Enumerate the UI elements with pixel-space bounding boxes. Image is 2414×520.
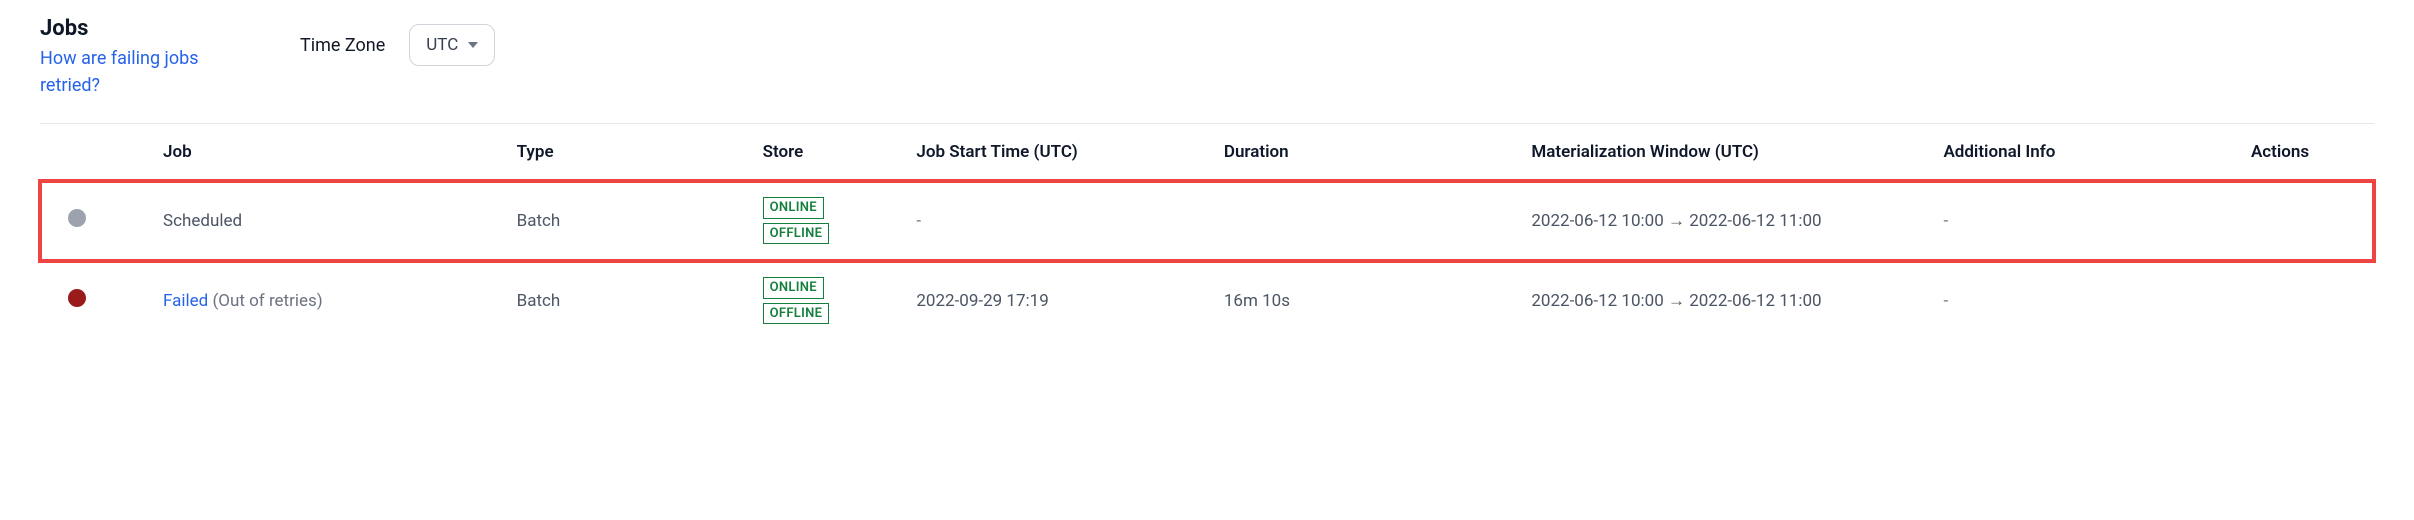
col-actions: Actions <box>2251 124 2374 181</box>
actions-cell <box>2251 181 2374 261</box>
store-badge-offline: OFFLINE <box>763 303 830 325</box>
store-badges: ONLINE OFFLINE <box>763 277 901 324</box>
col-additional-info: Additional Info <box>1943 124 2251 181</box>
col-duration: Duration <box>1224 124 1532 181</box>
help-link-failing-jobs[interactable]: How are failing jobs retried? <box>40 45 240 99</box>
materialization-window: 2022-06-12 10:00 → 2022-06-12 11:00 <box>1531 181 1943 261</box>
job-type: Batch <box>517 261 763 341</box>
table-row: ScheduledBatchONLINEOFFLINE-2022-06-12 1… <box>40 181 2374 261</box>
timezone-select[interactable]: UTC <box>409 24 495 66</box>
job-duration: 16m 10s <box>1224 261 1532 341</box>
job-link[interactable]: Failed <box>163 291 208 311</box>
actions-cell <box>2251 261 2374 341</box>
store-badge-online: ONLINE <box>763 277 824 299</box>
page-title: Jobs <box>40 16 240 41</box>
jobs-table: Job Type Store Job Start Time (UTC) Dura… <box>40 124 2374 341</box>
job-duration <box>1224 181 1532 261</box>
store-badge-online: ONLINE <box>763 197 824 219</box>
col-job: Job <box>163 124 517 181</box>
materialization-window: 2022-06-12 10:00 → 2022-06-12 11:00 <box>1531 261 1943 341</box>
col-type: Type <box>517 124 763 181</box>
table-row: Failed (Out of retries) BatchONLINE OFFLIN… <box>40 261 2374 341</box>
job-type: Batch <box>517 181 763 261</box>
additional-info: - <box>1943 181 2251 261</box>
jobs-header: Jobs How are failing jobs retried? Time … <box>40 16 2374 123</box>
col-status <box>40 124 163 181</box>
additional-info: - <box>1943 261 2251 341</box>
job-start-time: 2022-09-29 17:19 <box>916 261 1224 341</box>
job-start-time: - <box>916 181 1224 261</box>
store-badge-offline: OFFLINE <box>763 223 830 245</box>
store-badges: ONLINE OFFLINE <box>763 197 901 244</box>
timezone-label: Time Zone <box>300 35 385 56</box>
timezone-value: UTC <box>426 35 458 55</box>
chevron-down-icon <box>468 42 478 48</box>
job-suffix: (Out of retries) <box>208 291 322 311</box>
col-store: Store <box>763 124 917 181</box>
status-dot-icon <box>68 209 86 227</box>
status-dot-icon <box>68 289 86 307</box>
col-materialization-window: Materialization Window (UTC) <box>1531 124 1943 181</box>
col-start-time: Job Start Time (UTC) <box>916 124 1224 181</box>
job-label: Scheduled <box>163 211 242 231</box>
